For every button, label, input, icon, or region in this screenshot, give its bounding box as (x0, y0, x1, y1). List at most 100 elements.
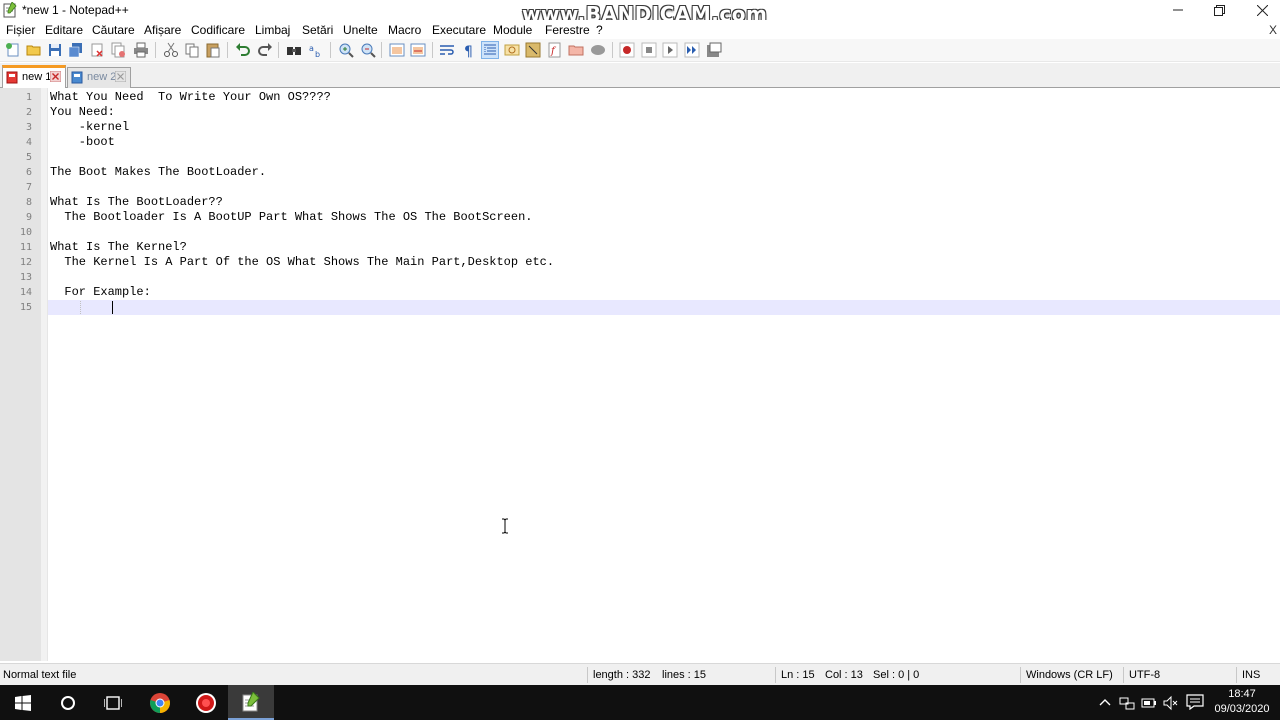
menu-edit[interactable]: Editare (45, 23, 83, 37)
sync-vertical-icon[interactable] (389, 42, 405, 58)
save-macro-icon[interactable] (706, 42, 722, 58)
text-editor[interactable]: 1 2 3 4 5 6 7 8 9 10 11 12 13 14 15 What You Need To W… (0, 88, 1280, 661)
minimize-icon (1173, 9, 1183, 11)
code-line[interactable]: What Is The Kernel? (50, 240, 187, 255)
close-window-button[interactable] (1240, 0, 1280, 20)
system-clock[interactable]: 18:47 09/03/2020 (1212, 687, 1272, 717)
menu-plugins[interactable]: Module (493, 23, 532, 37)
play-macro-icon[interactable] (662, 42, 678, 58)
tab-close-icon[interactable] (50, 71, 61, 82)
stop-macro-icon[interactable] (641, 42, 657, 58)
tab-close-icon[interactable] (115, 71, 126, 82)
menu-window[interactable]: Ferestre (545, 23, 590, 37)
menu-language[interactable]: Limbaj (255, 23, 290, 37)
code-line[interactable]: What Is The BootLoader?? (50, 195, 223, 210)
menu-encoding[interactable]: Codificare (191, 23, 245, 37)
menu-tools[interactable]: Unelte (343, 23, 378, 37)
menu-run[interactable]: Executare (432, 23, 486, 37)
eol-status[interactable]: Windows (CR LF) (1026, 669, 1113, 681)
search-button[interactable] (45, 685, 91, 720)
code-line[interactable]: You Need: (50, 105, 115, 120)
code-line[interactable]: -boot (50, 135, 115, 150)
chevron-up-icon[interactable] (1097, 695, 1113, 711)
folder-workspace-icon[interactable] (568, 42, 584, 58)
status-separator (775, 667, 776, 683)
volume-muted-icon[interactable] (1163, 695, 1179, 711)
restore-button[interactable] (1197, 0, 1241, 20)
code-line[interactable]: What You Need To Write Your Own OS???? (50, 90, 331, 105)
start-button[interactable] (0, 685, 46, 720)
function-list-icon[interactable]: f (547, 42, 563, 58)
code-line[interactable]: The Kernel Is A Part Of the OS What Show… (50, 255, 554, 270)
menu-view[interactable]: Afișare (144, 23, 181, 37)
task-view-button[interactable] (90, 685, 136, 720)
word-wrap-icon[interactable] (439, 42, 455, 58)
cut-icon[interactable] (163, 42, 179, 58)
paste-icon[interactable] (205, 42, 221, 58)
user-language-icon[interactable] (504, 42, 520, 58)
code-line[interactable]: For Example: (50, 285, 150, 300)
length-status: length : 332 (593, 669, 651, 681)
toolbar-separator (278, 42, 279, 58)
code-line[interactable]: -kernel (50, 120, 129, 135)
menu-file[interactable]: Fișier (6, 23, 35, 37)
zoom-in-icon[interactable] (338, 42, 354, 58)
find-icon[interactable] (286, 42, 302, 58)
line-number: 14 (19, 287, 32, 298)
zoom-out-icon[interactable] (360, 42, 376, 58)
sync-horizontal-icon[interactable] (410, 42, 426, 58)
toolbar-separator (612, 42, 613, 58)
copy-icon[interactable] (184, 42, 200, 58)
encoding-status[interactable]: UTF-8 (1129, 669, 1160, 681)
column-position-status: Col : 13 (825, 669, 863, 681)
file-type-status: Normal text file (3, 669, 77, 681)
menu-macro[interactable]: Macro (388, 23, 421, 37)
menu-search[interactable]: Căutare (92, 23, 135, 37)
menu-settings[interactable]: Setări (302, 23, 333, 37)
chrome-taskbar-button[interactable] (137, 685, 183, 720)
close-all-icon[interactable] (110, 42, 126, 58)
tab-label: new 1 (22, 71, 52, 83)
task-view-icon (104, 695, 122, 710)
toolbar-separator (432, 42, 433, 58)
line-number: 13 (19, 272, 32, 283)
insert-mode-status[interactable]: INS (1242, 669, 1260, 681)
undo-icon[interactable] (235, 42, 251, 58)
ibeam-cursor-icon (502, 518, 508, 534)
line-number: 12 (19, 257, 32, 268)
battery-icon[interactable] (1141, 695, 1157, 711)
network-icon[interactable] (1119, 695, 1135, 711)
line-number: 4 (25, 137, 32, 148)
redo-icon[interactable] (257, 42, 273, 58)
line-number: 1 (25, 92, 32, 103)
notification-icon[interactable] (1186, 694, 1204, 710)
run-macro-multiple-icon[interactable] (684, 42, 700, 58)
show-all-chars-icon[interactable]: ¶ (461, 42, 477, 58)
status-separator (1020, 667, 1021, 683)
save-all-icon[interactable] (68, 42, 84, 58)
replace-icon[interactable]: ab (308, 42, 324, 58)
toolbar-separator (155, 42, 156, 58)
windows-logo-icon (15, 694, 31, 711)
save-icon[interactable] (47, 42, 63, 58)
tab-new-2[interactable]: new 2 (67, 67, 131, 88)
doc-map-icon[interactable] (525, 42, 541, 58)
minimize-button[interactable] (1156, 0, 1200, 20)
code-line[interactable]: The Bootloader Is A BootUP Part What Sho… (50, 210, 532, 225)
menu-help[interactable]: ? (596, 23, 603, 37)
notepadpp-taskbar-button[interactable] (228, 685, 274, 720)
svg-text:a: a (309, 44, 314, 53)
line-number: 7 (25, 182, 32, 193)
monitoring-icon[interactable] (590, 42, 606, 58)
print-icon[interactable] (133, 42, 149, 58)
code-line[interactable]: The Boot Makes The BootLoader. (50, 165, 266, 180)
new-file-icon[interactable] (5, 42, 21, 58)
close-document-x[interactable]: X (1269, 23, 1277, 37)
close-file-icon[interactable] (89, 42, 105, 58)
status-separator (1123, 667, 1124, 683)
tab-new-1[interactable]: new 1 (2, 65, 66, 89)
bandicam-taskbar-button[interactable] (183, 685, 229, 720)
open-file-icon[interactable] (26, 42, 42, 58)
indent-guide-icon[interactable] (481, 41, 499, 59)
record-macro-icon[interactable] (619, 42, 635, 58)
